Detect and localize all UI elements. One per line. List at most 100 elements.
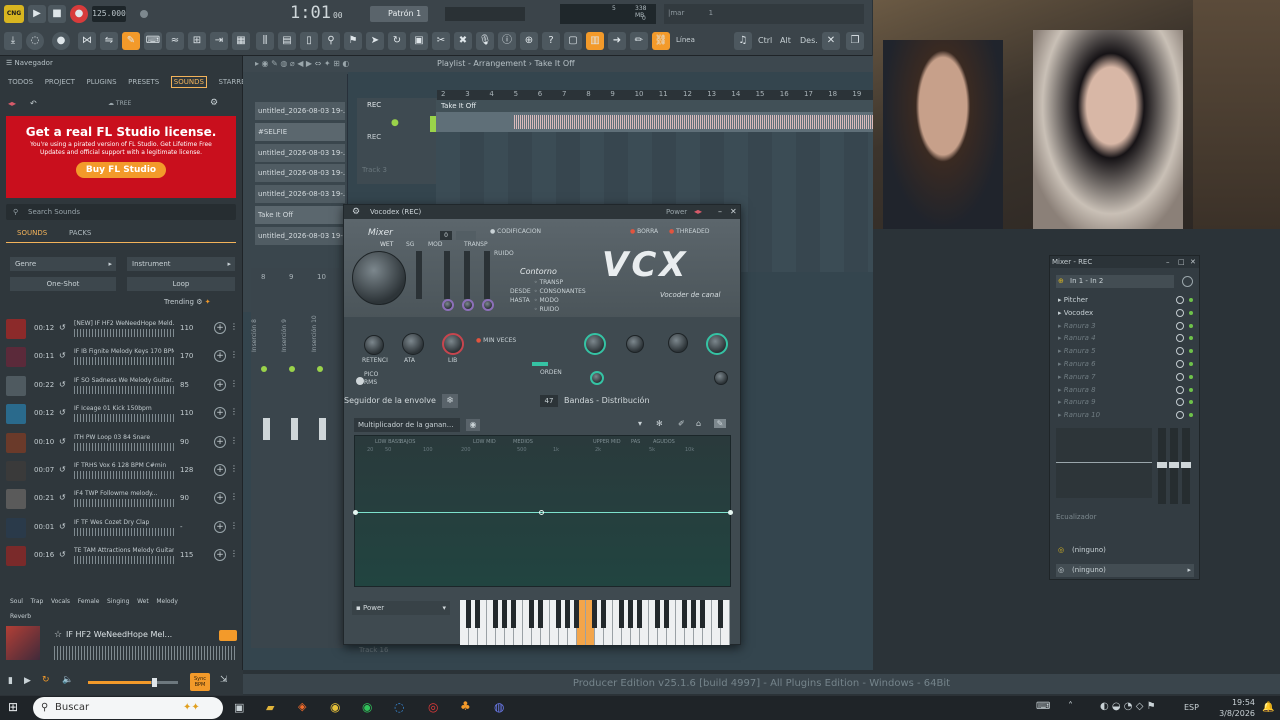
multiplier-dropdown[interactable]: Multiplicador de la ganan... — [354, 418, 460, 432]
undo-icon[interactable]: ↶ — [30, 99, 37, 108]
now-playing-add-icon[interactable] — [219, 630, 237, 641]
track-row3[interactable]: Track 3 — [362, 166, 387, 174]
subtab-sounds[interactable]: SOUNDS — [17, 229, 47, 237]
pattern-item[interactable]: untitled_2026-08-03 19-... — [255, 185, 345, 203]
piano-black-key[interactable] — [538, 600, 543, 628]
player-play-icon[interactable]: ▶ — [24, 676, 31, 686]
piano-black-key[interactable] — [700, 600, 705, 628]
sync-bpm-button[interactable]: Sync BPM — [190, 673, 210, 691]
arrow-icon[interactable]: ➤ — [366, 32, 384, 50]
add-sound-icon[interactable]: + — [214, 322, 226, 334]
notification-icon[interactable]: 🔔 — [1262, 702, 1274, 713]
spotify-icon[interactable]: ◉ — [362, 700, 372, 714]
sound-menu-icon[interactable]: ⋮ — [230, 436, 238, 445]
file-explorer-icon[interactable]: ▰ — [266, 701, 274, 714]
sound-play-icon[interactable]: ↺ — [59, 380, 66, 389]
snowflake-icon[interactable]: ✻ — [656, 419, 663, 428]
line-mode-label[interactable]: Línea — [676, 36, 695, 44]
slot-led[interactable] — [1189, 323, 1193, 328]
min-veces-toggle[interactable]: ● MIN VECES — [476, 337, 516, 344]
typing-keyboard-icon[interactable]: ⌨ — [144, 32, 162, 50]
plugin-picker-icon[interactable]: ⚑ — [344, 32, 362, 50]
add-sound-icon[interactable]: + — [214, 435, 226, 448]
piano-black-key[interactable] — [574, 600, 579, 628]
mixer-slot[interactable]: ▸ Ranura 3 — [1058, 320, 1193, 332]
add-sound-icon[interactable]: + — [214, 520, 226, 533]
plugin-nav-icon[interactable]: ◂▸ — [694, 205, 702, 219]
slot-led[interactable] — [1189, 362, 1193, 366]
pattern-item[interactable]: untitled_2026-08-03 19-... — [255, 227, 345, 245]
sound-row[interactable]: 00:11 ↺ IF IB Fignite Melody Keys 170 BPM.… — [4, 347, 240, 368]
link-icon[interactable]: ⛓ — [652, 32, 670, 50]
player-loop-icon[interactable]: ↻ — [42, 675, 50, 685]
dropdown-arrow-icon[interactable]: ▾ — [638, 419, 642, 428]
gender-knob[interactable] — [668, 333, 688, 353]
brush-icon[interactable]: ✐ — [678, 419, 685, 428]
slot-mix-knob[interactable] — [1176, 411, 1184, 420]
sound-play-icon[interactable]: ↺ — [59, 351, 66, 360]
player-prev-icon[interactable]: ▮ — [8, 676, 13, 686]
language-indicator[interactable]: ESP — [1184, 703, 1199, 712]
channel-rack-icon[interactable]: ▤ — [278, 32, 296, 50]
mixer-input-select[interactable]: ⊕ In 1 - In 2 — [1056, 275, 1174, 288]
piano-black-key[interactable] — [619, 600, 624, 628]
tab-presets[interactable]: PRESETS — [128, 78, 159, 86]
orden-indicator[interactable] — [532, 362, 548, 366]
opt-modo[interactable]: ◦ MODO — [534, 297, 559, 304]
audio-clip[interactable] — [436, 112, 873, 132]
pat-song-icon[interactable]: ⤓ — [4, 32, 22, 50]
slot-mix-knob[interactable] — [1176, 360, 1184, 368]
mixer-slot[interactable]: ▸ Ranura 6 — [1058, 358, 1193, 370]
sound-row[interactable]: 00:10 ↺ ITH PW Loop 03 84 Snare 90 + ⋮ — [4, 432, 240, 453]
help-icon[interactable]: ? — [542, 32, 560, 50]
metronome-icon[interactable]: ◌ — [26, 32, 44, 50]
alt-key[interactable]: Alt — [780, 36, 791, 45]
sound-play-icon[interactable]: ↺ — [59, 408, 66, 417]
tag-reverb[interactable]: Reverb — [10, 613, 31, 620]
one-shot-filter[interactable]: One-Shot — [10, 277, 116, 291]
loop-filter[interactable]: Loop — [127, 277, 235, 291]
piano-black-key[interactable] — [691, 600, 696, 628]
slot-led[interactable] — [1189, 349, 1193, 354]
piano-black-key[interactable] — [682, 600, 687, 628]
info-icon[interactable]: ⓘ — [498, 32, 516, 50]
tag-female[interactable]: Female — [78, 598, 100, 605]
tray-icons[interactable]: ◐ ◒ ◔ ◇ ⚑ — [1100, 701, 1156, 712]
piano-black-key[interactable] — [502, 600, 507, 628]
tab-sounds[interactable]: SOUNDS — [170, 76, 207, 88]
piano-black-key[interactable] — [565, 600, 570, 628]
scroll-icon[interactable]: ⇥ — [210, 32, 228, 50]
window-icon[interactable]: ❐ — [846, 32, 864, 50]
taskbar-clock[interactable]: 19:54 3/8/2026 — [1210, 697, 1255, 719]
piano-black-key[interactable] — [511, 600, 516, 628]
slot-led[interactable] — [1189, 413, 1193, 418]
slot-mix-knob[interactable] — [1176, 385, 1184, 394]
sound-menu-icon[interactable]: ⋮ — [230, 549, 238, 558]
sound-menu-icon[interactable]: ⋮ — [230, 407, 238, 416]
piano-black-key[interactable] — [637, 600, 642, 628]
tab-project[interactable]: PROJECT — [45, 78, 75, 86]
pattern-item[interactable]: #SELFIE — [255, 123, 345, 141]
play-button[interactable]: ▶ — [28, 5, 46, 23]
ruido-slider[interactable] — [484, 251, 490, 299]
borra-toggle[interactable]: ● BORRA — [630, 228, 658, 235]
slot-mix-knob[interactable] — [1176, 296, 1184, 304]
tree-toggle[interactable]: ☁ TREE — [108, 100, 131, 107]
insert-10-fader[interactable] — [319, 418, 326, 440]
tray-chevron-icon[interactable]: ˄ — [1068, 701, 1073, 712]
add-sound-icon[interactable]: + — [214, 549, 226, 562]
value-field-b[interactable] — [456, 231, 476, 240]
piano-keyboard[interactable] — [460, 600, 730, 645]
edge-icon[interactable]: ◌ — [394, 700, 404, 714]
piano-black-key[interactable] — [556, 600, 561, 628]
piano-roll-icon[interactable]: ▯ — [300, 32, 318, 50]
piano-black-key[interactable] — [601, 600, 606, 628]
mixer-slot[interactable]: ▸ Ranura 7 — [1058, 371, 1193, 383]
volume-thumb[interactable] — [152, 678, 157, 687]
sound-play-icon[interactable]: ↺ — [59, 522, 66, 531]
slot-mix-knob[interactable] — [1176, 398, 1184, 407]
sound-menu-icon[interactable]: ⋮ — [230, 350, 238, 359]
discord-icon[interactable]: ◍ — [494, 700, 504, 714]
insert-9-fader[interactable] — [291, 418, 298, 440]
bands-value[interactable]: 47 — [540, 395, 558, 407]
